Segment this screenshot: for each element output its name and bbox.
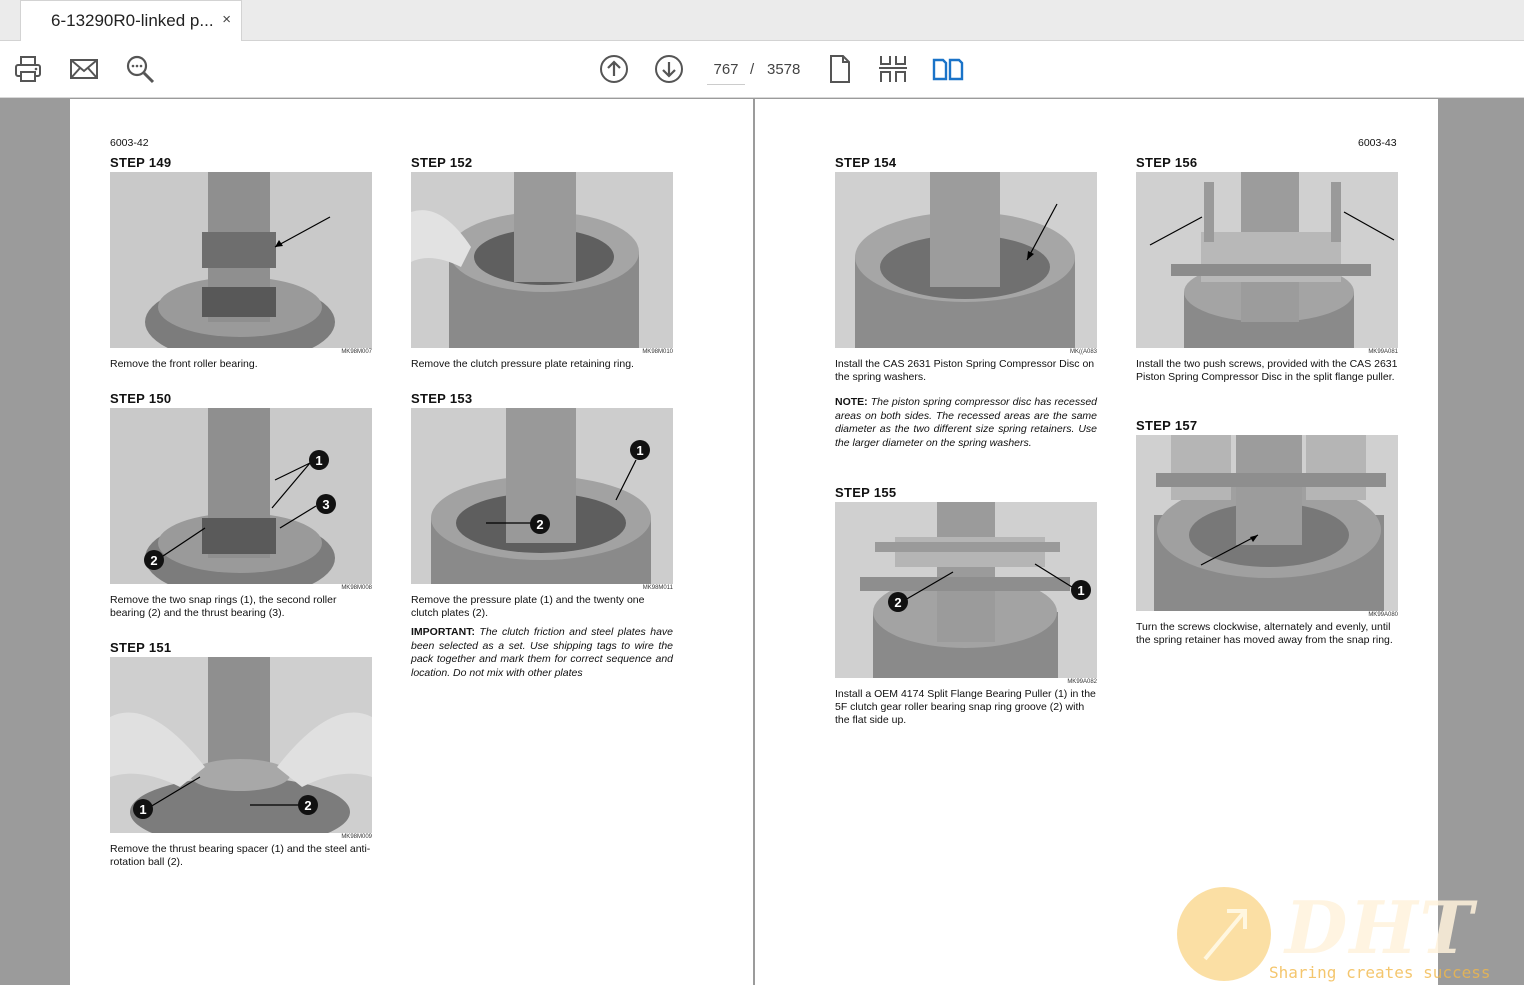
step-photo xyxy=(1136,435,1398,611)
step-caption: Install a OEM 4174 Split Flange Bearing … xyxy=(835,688,1096,726)
step-photo: 1 2 xyxy=(110,657,372,833)
figure-code: MK98M010 xyxy=(642,349,673,355)
step-156: STEP 156 MK99A081 Install the two push s… xyxy=(1136,155,1398,384)
page-number: 6003-42 xyxy=(110,137,149,149)
step-151: STEP 151 1 2 MK98M009 Remove the thrust … xyxy=(110,640,372,869)
photo-snap-rings: 1 3 2 xyxy=(110,408,372,584)
photo-compressor-disc xyxy=(835,172,1097,348)
step-150: STEP 150 1 3 2 MK98M008 Remove the two s… xyxy=(110,391,372,620)
tab-title: 6-13290R0-linked p... xyxy=(51,11,214,30)
toolbar: 767 / 3578 xyxy=(0,41,1524,98)
step-152: STEP 152 MK98M010 Remove the clutch pres… xyxy=(411,155,673,371)
callout-2: 2 xyxy=(304,798,311,813)
photo-push-screws xyxy=(1136,172,1398,348)
page-number-input[interactable]: 767 xyxy=(707,57,745,85)
photo-pressure-plate: 1 2 xyxy=(411,408,673,584)
step-title: STEP 149 xyxy=(110,155,172,170)
step-155: STEP 155 1 2 MK99A082 Install a OEM 4174… xyxy=(835,485,1097,727)
step-title: STEP 156 xyxy=(1136,155,1198,170)
step-photo: 1 2 xyxy=(411,408,673,584)
watermark: DHT Sharing creates success xyxy=(1175,885,1524,985)
callout-3: 3 xyxy=(322,497,329,512)
step-photo: 1 3 2 xyxy=(110,408,372,584)
callout-1: 1 xyxy=(1077,583,1084,598)
step-title: STEP 150 xyxy=(110,391,172,406)
document-viewer[interactable]: 6003-42 STEP 149 MK98M007 Remove the fro… xyxy=(0,99,1524,985)
step-caption: Remove the pressure plate (1) and the tw… xyxy=(411,594,645,619)
callout-1: 1 xyxy=(315,453,322,468)
page-total: 3578 xyxy=(767,61,801,78)
figure-code: MK99A081 xyxy=(1368,349,1398,355)
thumbnails-icon[interactable] xyxy=(877,53,909,85)
step-title: STEP 154 xyxy=(835,155,897,170)
step-153: STEP 153 1 2 MK98M011 Remove the pressur… xyxy=(411,391,673,680)
left-page: 6003-42 STEP 149 MK98M007 Remove the fro… xyxy=(70,99,753,985)
step-title: STEP 153 xyxy=(411,391,473,406)
print-icon[interactable] xyxy=(12,53,44,85)
figure-code: MK98M007 xyxy=(341,349,372,355)
step-154: STEP 154 MK((A083 Install the CAS 2631 P… xyxy=(835,155,1097,450)
figure-code: MK99A082 xyxy=(1067,679,1097,685)
step-title: STEP 152 xyxy=(411,155,473,170)
figure-code: MK98M011 xyxy=(642,585,673,591)
watermark-logo-text: DHT xyxy=(1285,885,1476,970)
note-text: The piston spring compressor disc has re… xyxy=(835,396,1097,449)
note: NOTE: The piston spring compressor disc … xyxy=(835,396,1097,450)
find-icon[interactable] xyxy=(124,53,156,85)
note-label: IMPORTANT: xyxy=(411,626,475,638)
figure-code: MK98M008 xyxy=(341,585,372,591)
step-157: STEP 157 MK99A080 Turn the screws clockw… xyxy=(1136,418,1398,647)
step-caption: Install the two push screws, provided wi… xyxy=(1136,358,1398,383)
right-page: 6003-43 STEP 154 MK((A083 Install the CA… xyxy=(755,99,1438,985)
figure-code: MK99A080 xyxy=(1368,612,1398,618)
step-photo xyxy=(110,172,372,348)
page-down-icon[interactable] xyxy=(653,53,685,85)
step-caption: Install the CAS 2631 Piston Spring Compr… xyxy=(835,358,1095,383)
single-page-icon[interactable] xyxy=(824,53,856,85)
document-tab[interactable]: 6-13290R0-linked p... × xyxy=(20,0,242,41)
email-icon[interactable] xyxy=(68,53,100,85)
page-number: 6003-43 xyxy=(1358,137,1397,149)
callout-1: 1 xyxy=(636,443,643,458)
step-caption: Remove the thrust bearing spacer (1) and… xyxy=(110,843,371,868)
photo-spring-retainer xyxy=(1136,435,1398,611)
tab-bar: 6-13290R0-linked p... × xyxy=(0,0,1524,41)
step-photo: 1 2 xyxy=(835,502,1097,678)
photo-bearing-puller: 1 2 xyxy=(835,502,1097,678)
step-caption: Turn the screws clockwise, alternately a… xyxy=(1136,621,1393,646)
step-title: STEP 157 xyxy=(1136,418,1198,433)
figure-code: MK((A083 xyxy=(1069,349,1097,355)
step-caption: Remove the front roller bearing. xyxy=(110,358,258,370)
page-up-icon[interactable] xyxy=(598,53,630,85)
step-caption: Remove the clutch pressure plate retaini… xyxy=(411,358,634,370)
callout-2: 2 xyxy=(536,517,543,532)
close-icon[interactable]: × xyxy=(222,11,231,28)
callout-1: 1 xyxy=(139,802,146,817)
photo-clutch-shaft xyxy=(110,172,372,348)
step-title: STEP 155 xyxy=(835,485,897,500)
step-photo xyxy=(1136,172,1398,348)
callout-2: 2 xyxy=(150,553,157,568)
step-title: STEP 151 xyxy=(110,640,172,655)
important-note: IMPORTANT: The clutch friction and steel… xyxy=(411,626,673,680)
step-photo xyxy=(835,172,1097,348)
two-page-icon[interactable] xyxy=(932,53,964,85)
note-label: NOTE: xyxy=(835,396,868,408)
arrow-icon xyxy=(1203,909,1247,961)
callout-2: 2 xyxy=(894,595,901,610)
step-149: STEP 149 MK98M007 Remove the front rolle… xyxy=(110,155,372,371)
page-separator: / xyxy=(750,61,755,78)
step-caption: Remove the two snap rings (1), the secon… xyxy=(110,594,337,619)
photo-retaining-ring xyxy=(411,172,673,348)
photo-thrust-spacer: 1 2 xyxy=(110,657,372,833)
step-photo xyxy=(411,172,673,348)
watermark-tagline: Sharing creates success xyxy=(1269,963,1491,982)
figure-code: MK98M009 xyxy=(341,834,372,840)
